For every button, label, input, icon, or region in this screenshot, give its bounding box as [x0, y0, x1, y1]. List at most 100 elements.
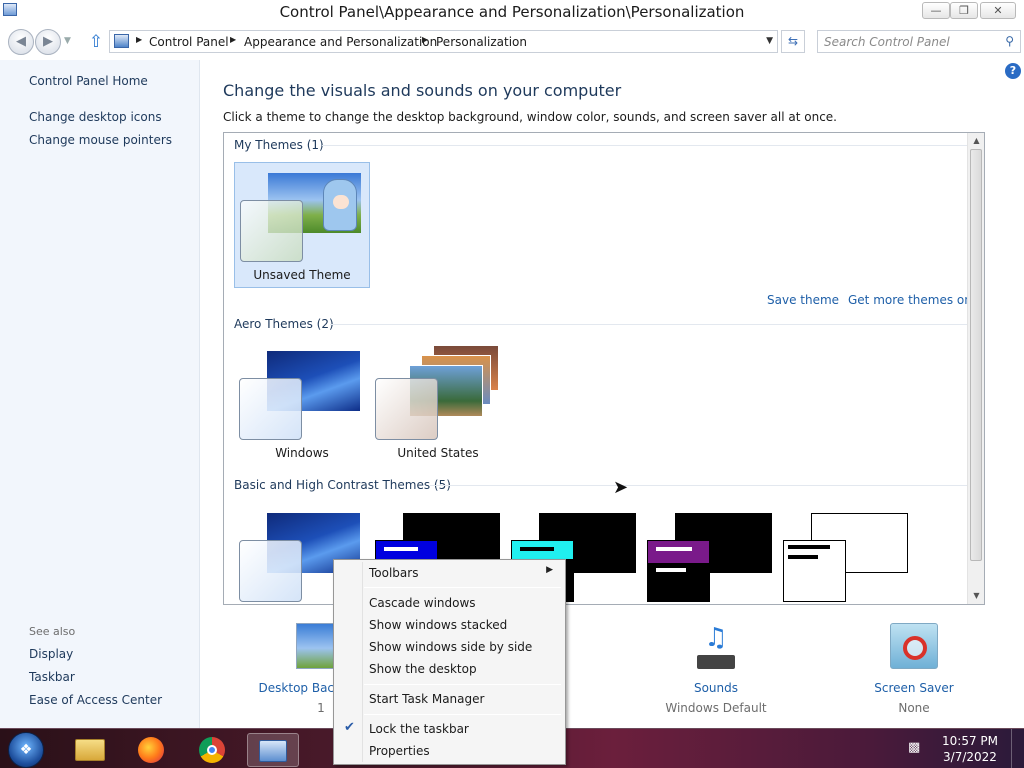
system-tray: ▩ 10:57 PM 3/7/2022: [894, 729, 1024, 768]
group-divider: [430, 485, 967, 486]
display-link[interactable]: Display: [29, 647, 73, 661]
start-button[interactable]: ❖: [8, 732, 44, 768]
menu-item-show-windows-side-by-side[interactable]: Show windows side by side: [336, 636, 563, 658]
refresh-icon: ⇆: [787, 34, 799, 48]
my-themes-header: My Themes (1): [234, 138, 324, 152]
menu-item-properties[interactable]: Properties: [336, 740, 563, 762]
theme-label: United States: [397, 446, 479, 460]
group-divider: [330, 324, 967, 325]
menu-item-show-the-desktop[interactable]: Show the desktop: [336, 658, 563, 680]
clock-date: 3/7/2022: [943, 750, 997, 764]
menu-item-show-windows-stacked[interactable]: Show windows stacked: [336, 614, 563, 636]
title-bar: Control Panel\Appearance and Personaliza…: [0, 0, 1024, 26]
save-theme-link[interactable]: Save theme: [767, 293, 839, 307]
scroll-up-icon[interactable]: ▲: [968, 133, 984, 149]
checkmark-icon: ✔: [344, 720, 355, 735]
search-box[interactable]: ⚲: [817, 30, 1021, 53]
screen-saver-icon: [890, 623, 938, 669]
network-icon[interactable]: ▩: [908, 740, 920, 755]
submenu-arrow-icon: ▶: [546, 565, 553, 575]
help-icon[interactable]: ?: [1005, 63, 1021, 79]
window-color-swatch: [240, 200, 303, 262]
control-panel-taskbar-button[interactable]: [247, 733, 299, 767]
recent-pages-dropdown[interactable]: ▼: [64, 36, 71, 46]
window-color-swatch: [647, 540, 710, 602]
theme-unsaved[interactable]: Unsaved Theme: [234, 162, 370, 288]
restore-icon: ❐: [959, 4, 969, 17]
chrome-button[interactable]: [186, 733, 238, 767]
firefox-icon: [138, 737, 164, 763]
close-button[interactable]: ✕: [980, 2, 1016, 19]
theme-list: My Themes (1) Unsaved Theme Save theme G…: [223, 132, 985, 605]
breadcrumb[interactable]: ▶ Control Panel ▶ Appearance and Persona…: [109, 30, 778, 53]
theme-label: Unsaved Theme: [253, 268, 351, 282]
show-desktop-button[interactable]: [1011, 729, 1024, 768]
change-mouse-pointers-link[interactable]: Change mouse pointers: [29, 133, 172, 147]
menu-item-lock-the-taskbar[interactable]: ✔ Lock the taskbar: [336, 718, 563, 740]
chrome-icon: [199, 737, 225, 763]
menu-item-label: Lock the taskbar: [369, 722, 469, 736]
search-input[interactable]: [824, 31, 994, 52]
get-more-themes-link[interactable]: Get more themes online: [848, 293, 984, 307]
theme-label: Windows: [275, 446, 329, 460]
theme-windows[interactable]: Windows: [234, 341, 370, 467]
breadcrumb-control-panel[interactable]: Control Panel: [149, 35, 229, 49]
window-color-swatch: [239, 378, 302, 440]
menu-item-label: Start Task Manager: [369, 692, 485, 706]
taskbar-link[interactable]: Taskbar: [29, 670, 75, 684]
task-pane: Control Panel Home Change desktop icons …: [0, 60, 200, 728]
clock[interactable]: 10:57 PM 3/7/2022: [942, 733, 998, 765]
control-panel-icon: [259, 740, 287, 762]
theme-high-contrast-white[interactable]: [778, 503, 914, 604]
menu-item-toolbars[interactable]: Toolbars ▶: [336, 562, 563, 584]
address-toolbar: ◀ ▶ ▼ ⇧ ▶ Control Panel ▶ Appearance and…: [0, 26, 1024, 60]
file-explorer-icon: [75, 739, 105, 761]
see-also-heading: See also: [29, 625, 76, 638]
address-dropdown-icon[interactable]: ▼: [766, 36, 773, 46]
taskbar-context-menu: Toolbars ▶ Cascade windows Show windows …: [333, 559, 566, 765]
sounds-item[interactable]: ♫ Sounds Windows Default: [651, 623, 781, 715]
window-color-swatch: [375, 378, 438, 440]
menu-item-cascade-windows[interactable]: Cascade windows: [336, 592, 563, 614]
up-arrow-icon: ⇧: [88, 32, 104, 52]
back-button[interactable]: ◀: [8, 29, 34, 55]
clock-time: 10:57 PM: [942, 734, 998, 748]
minimize-button[interactable]: —: [922, 2, 950, 19]
sounds-value: Windows Default: [665, 701, 767, 715]
scroll-thumb[interactable]: [970, 149, 982, 561]
sounds-label: Sounds: [693, 681, 739, 695]
menu-item-start-task-manager[interactable]: Start Task Manager: [336, 688, 563, 710]
up-button[interactable]: ⇧: [86, 31, 106, 53]
breadcrumb-separator-icon[interactable]: ▶: [422, 35, 428, 44]
menu-separator: [364, 587, 561, 588]
minimize-icon: —: [930, 4, 942, 17]
menu-item-label: Properties: [369, 744, 430, 758]
search-icon[interactable]: ⚲: [1005, 34, 1014, 48]
menu-item-label: Show windows stacked: [369, 618, 508, 632]
page-title: Change the visuals and sounds on your co…: [223, 81, 622, 100]
refresh-button[interactable]: ⇆: [781, 30, 805, 53]
change-desktop-icons-link[interactable]: Change desktop icons: [29, 110, 162, 124]
menu-item-label: Cascade windows: [369, 596, 476, 610]
breadcrumb-separator-icon[interactable]: ▶: [230, 35, 236, 44]
aero-themes-header: Aero Themes (2): [234, 317, 334, 331]
screen-saver-item[interactable]: Screen Saver None: [849, 623, 979, 715]
mouse-cursor-icon: ➤: [613, 477, 629, 498]
theme-list-scrollbar[interactable]: ▲ ▼: [967, 133, 984, 604]
ease-of-access-link[interactable]: Ease of Access Center: [29, 693, 162, 707]
screen-saver-value: None: [898, 701, 930, 715]
breadcrumb-separator-icon[interactable]: ▶: [136, 35, 142, 44]
firefox-button[interactable]: [125, 733, 177, 767]
breadcrumb-appearance[interactable]: Appearance and Personalization: [244, 35, 437, 49]
breadcrumb-personalization[interactable]: Personalization: [436, 35, 527, 49]
window-color-swatch: [239, 540, 302, 602]
theme-high-contrast-black[interactable]: [642, 503, 778, 604]
control-panel-home-link[interactable]: Control Panel Home: [29, 74, 148, 88]
file-explorer-button[interactable]: [64, 733, 116, 767]
restore-button[interactable]: ❐: [950, 2, 978, 19]
scroll-down-icon[interactable]: ▼: [968, 588, 984, 604]
menu-separator: [364, 714, 561, 715]
forward-button[interactable]: ▶: [35, 29, 61, 55]
theme-united-states[interactable]: United States: [370, 341, 506, 467]
basic-themes-header: Basic and High Contrast Themes (5): [234, 478, 451, 492]
